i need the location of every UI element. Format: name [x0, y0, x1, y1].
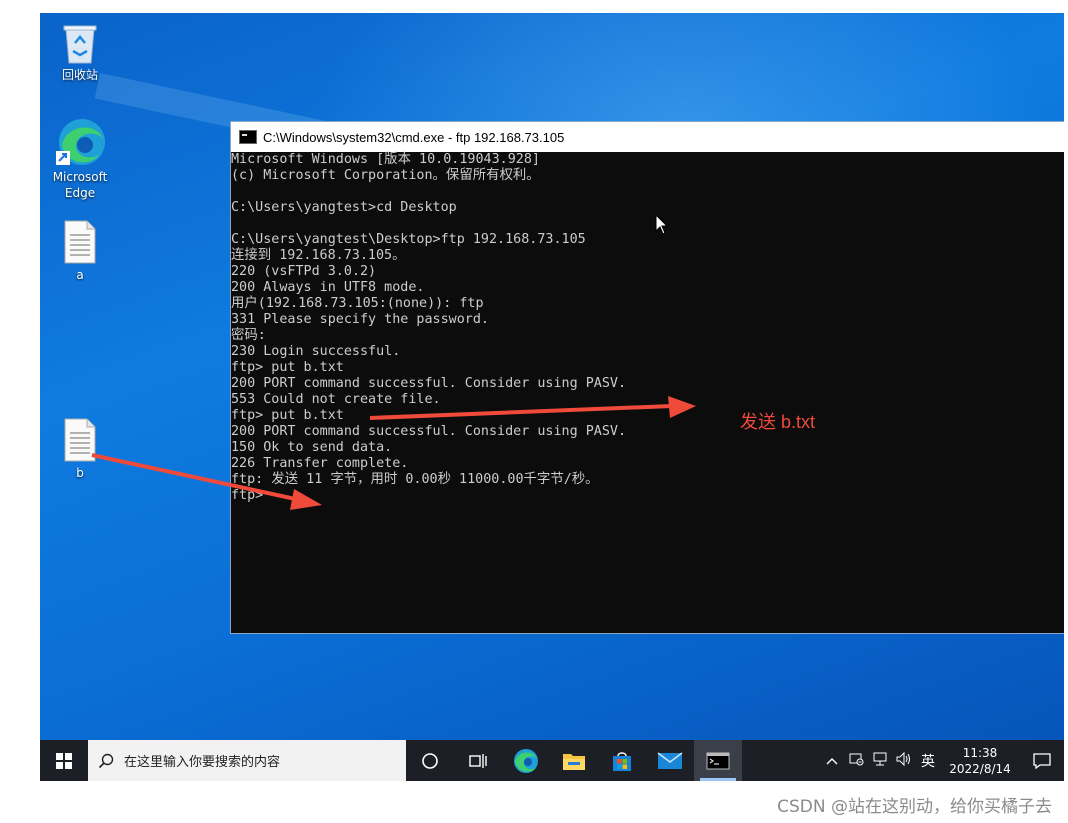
csdn-watermark: CSDN @站在这别动，给你买橘子去 — [777, 797, 1052, 817]
annotation-label: 发送 b.txt — [740, 412, 816, 432]
annotation-overlay — [91, 396, 696, 510]
annotation-arrow-to-label — [369, 396, 696, 420]
annotation-arrow-from-file — [91, 453, 322, 510]
